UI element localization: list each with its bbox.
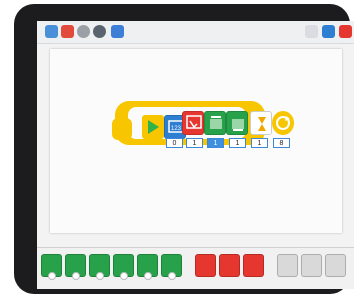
programming-canvas[interactable]: 123 0 1 1 1 1 8 <box>50 49 342 233</box>
motor-block-2[interactable] <box>226 111 248 135</box>
red-square-icon[interactable] <box>339 25 352 38</box>
palette-extra-block[interactable] <box>277 254 298 277</box>
start-plate <box>112 118 132 140</box>
svg-text:123: 123 <box>171 126 182 132</box>
tablet-frame: 123 0 1 1 1 1 8 <box>14 4 354 294</box>
help-icon[interactable] <box>305 25 318 38</box>
home-icon[interactable] <box>45 25 58 38</box>
app-screen: 123 0 1 1 1 1 8 <box>37 21 354 289</box>
loop-param-2[interactable]: 1 <box>207 138 224 148</box>
blue-square-icon[interactable] <box>322 25 335 38</box>
top-toolbar <box>37 21 354 44</box>
palette-motor-off-block[interactable] <box>161 254 182 280</box>
loop-param-4[interactable]: 1 <box>251 138 268 148</box>
palette-motor-power-block[interactable] <box>113 254 134 280</box>
palette-motor-clockwise-block[interactable] <box>41 254 62 280</box>
block-palette <box>37 247 354 289</box>
palette-screen-block[interactable] <box>243 254 264 277</box>
wait-block[interactable] <box>250 111 272 135</box>
palette-motor-stop-block[interactable] <box>89 254 110 280</box>
loop-param-5[interactable]: 8 <box>273 138 290 148</box>
sound-block[interactable] <box>182 111 204 135</box>
palette-motor-counterclockwise-block[interactable] <box>65 254 86 280</box>
loop-end-icon[interactable] <box>272 111 294 135</box>
loop-param-3[interactable]: 1 <box>229 138 246 148</box>
palette-extra-block-3[interactable] <box>325 254 346 277</box>
start-block[interactable] <box>142 115 164 139</box>
palette-display-block[interactable] <box>219 254 240 277</box>
palette-sound-block[interactable] <box>195 254 216 277</box>
palette-extra-block-2[interactable] <box>301 254 322 277</box>
document-icon[interactable] <box>111 25 124 38</box>
loop-param-1[interactable]: 1 <box>186 138 203 148</box>
start-param[interactable]: 0 <box>166 138 183 148</box>
gallery-icon[interactable] <box>77 25 90 38</box>
record-icon[interactable] <box>93 25 106 38</box>
motor-block-1[interactable] <box>204 111 226 135</box>
project-icon[interactable] <box>61 25 74 38</box>
palette-motor-on-for-block[interactable] <box>137 254 158 280</box>
